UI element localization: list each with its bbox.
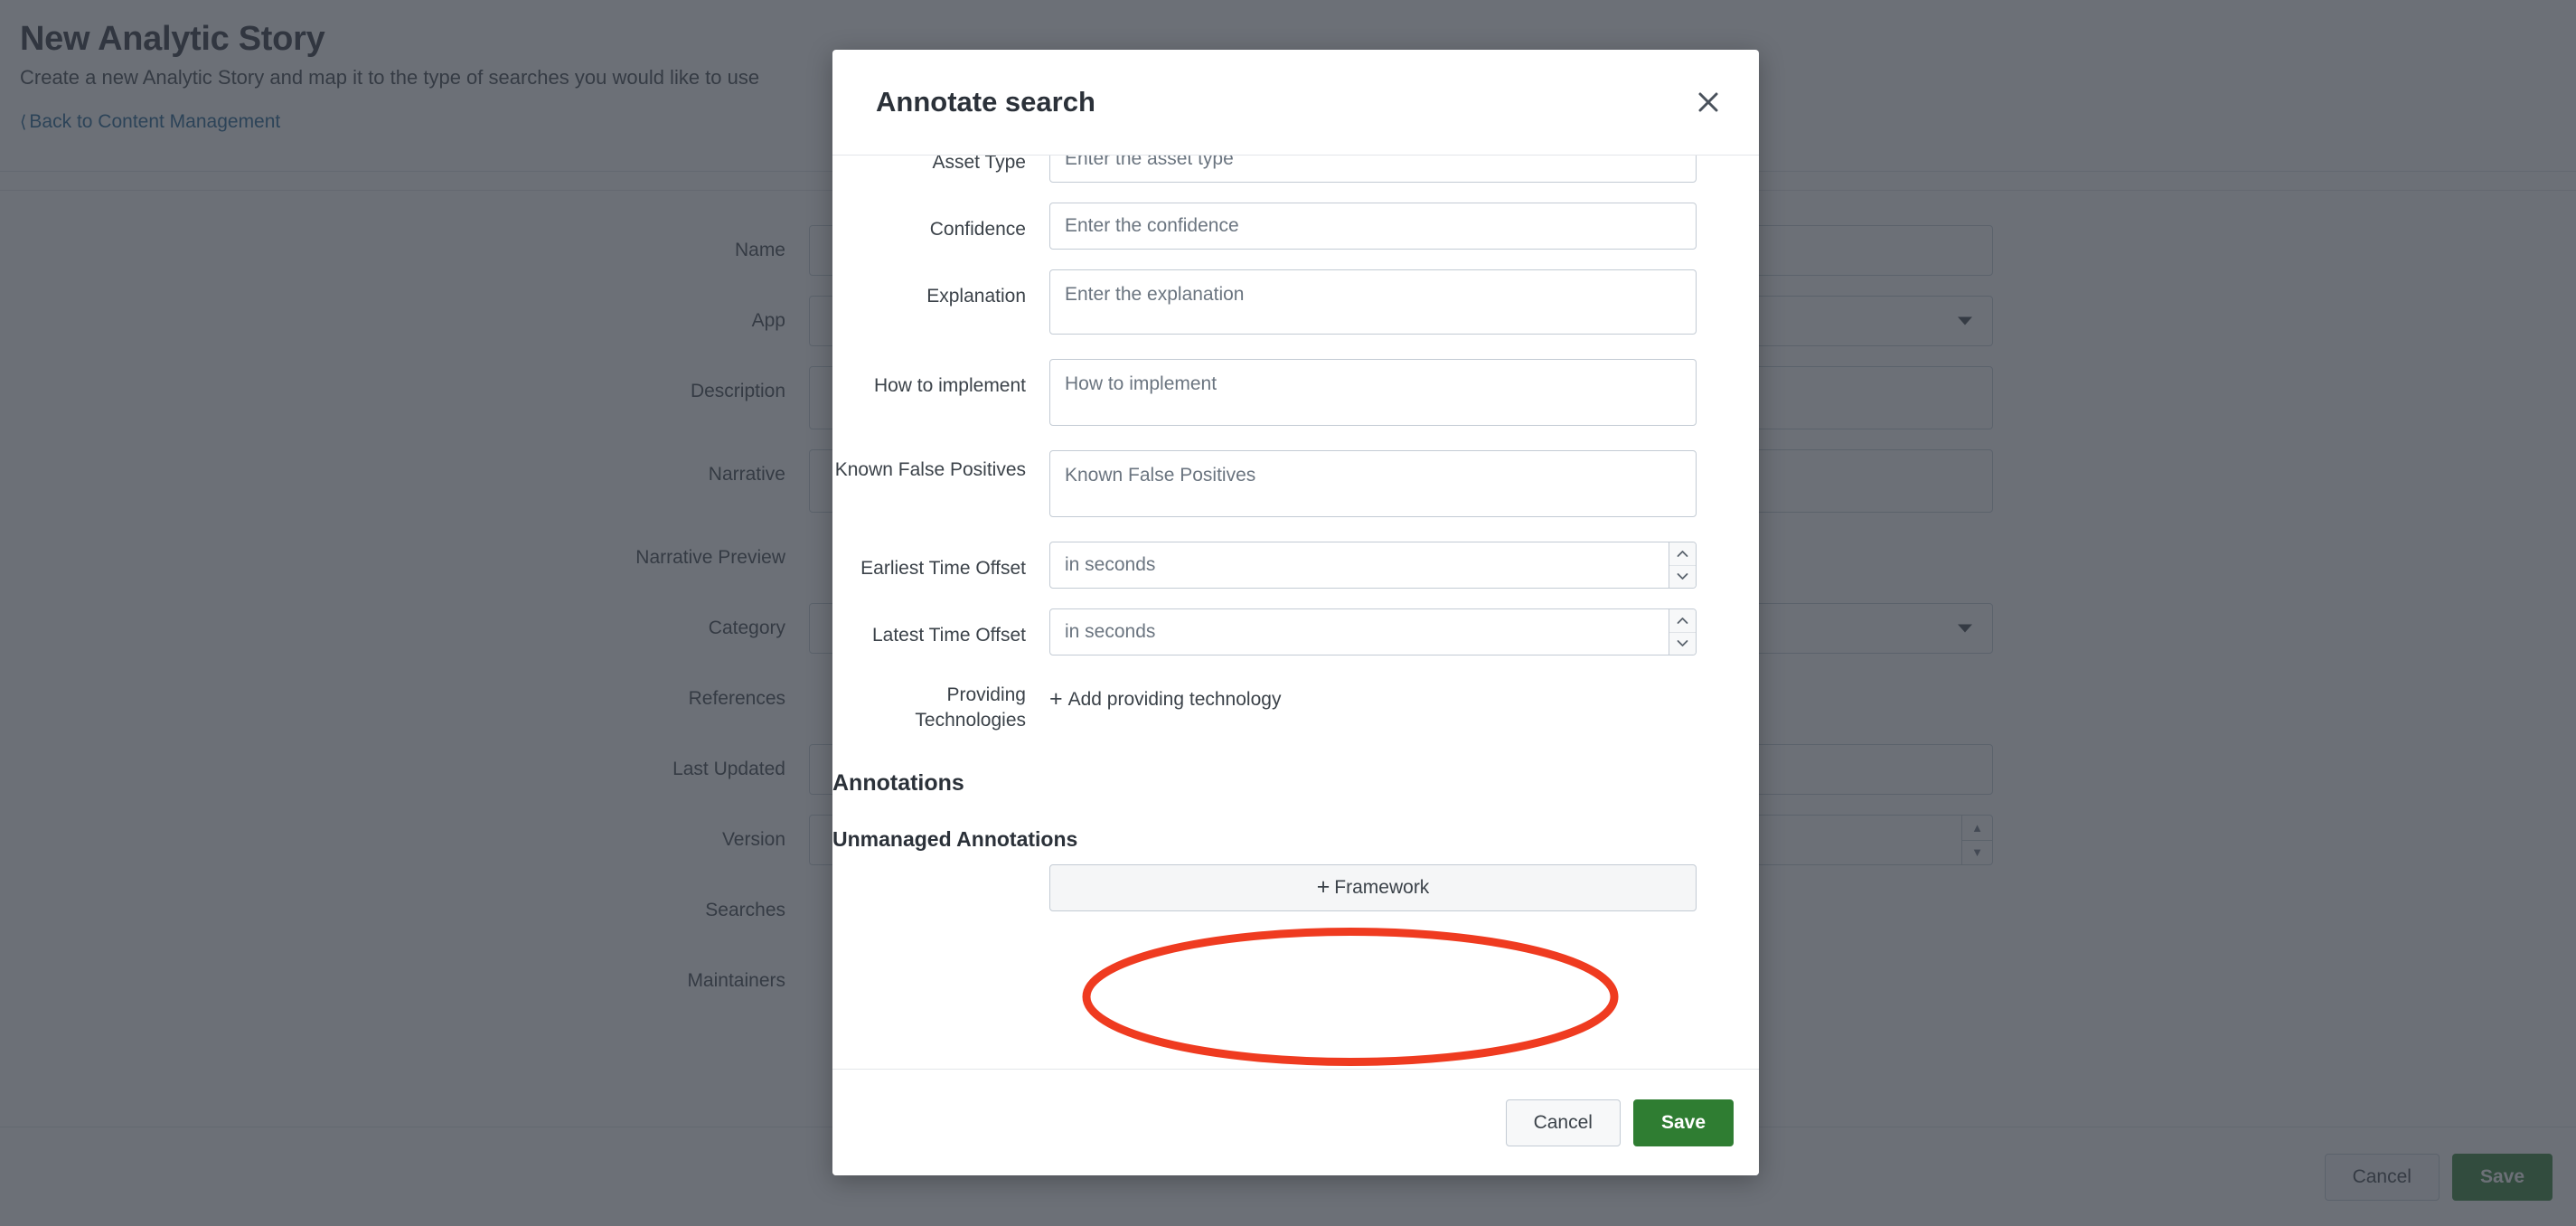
plus-icon: + bbox=[1317, 876, 1330, 899]
latest-time-offset-input[interactable] bbox=[1049, 608, 1697, 655]
known-false-positives-textarea[interactable] bbox=[1049, 450, 1697, 517]
field-asset-type: Asset Type bbox=[832, 156, 1730, 183]
framework-button-label: Framework bbox=[1334, 877, 1429, 899]
annotate-search-modal: Annotate search Asset Type Confidence bbox=[832, 50, 1759, 1175]
modal-footer: Cancel Save bbox=[832, 1069, 1759, 1175]
earliest-time-offset-input[interactable] bbox=[1049, 542, 1697, 589]
label-how-to-implement: How to implement bbox=[832, 359, 1049, 399]
field-providing-technologies: Providing Technologies +Add providing te… bbox=[832, 675, 1730, 734]
modal-title: Annotate search bbox=[876, 86, 1095, 118]
explanation-textarea[interactable] bbox=[1049, 269, 1697, 335]
framework-button[interactable]: +Framework bbox=[1049, 864, 1697, 911]
label-earliest-time-offset: Earliest Time Offset bbox=[832, 542, 1049, 581]
modal-cancel-button[interactable]: Cancel bbox=[1506, 1099, 1621, 1146]
stepper-up-icon[interactable] bbox=[1669, 542, 1696, 566]
add-providing-technology-link[interactable]: +Add providing technology bbox=[1049, 675, 1281, 711]
earliest-time-offset-stepper[interactable] bbox=[1669, 542, 1696, 588]
field-earliest-time-offset: Earliest Time Offset bbox=[832, 542, 1730, 589]
label-known-false-positives: Known False Positives bbox=[832, 450, 1049, 483]
label-explanation: Explanation bbox=[832, 269, 1049, 309]
field-confidence: Confidence bbox=[832, 203, 1730, 250]
close-icon[interactable] bbox=[1687, 80, 1730, 124]
add-providing-technology-label: Add providing technology bbox=[1068, 689, 1282, 711]
modal-body[interactable]: Asset Type Confidence Explanation bbox=[832, 156, 1759, 1069]
stepper-up-icon[interactable] bbox=[1669, 609, 1696, 633]
stepper-down-icon[interactable] bbox=[1669, 566, 1696, 589]
field-how-to-implement: How to implement bbox=[832, 359, 1730, 430]
label-confidence: Confidence bbox=[832, 203, 1049, 242]
confidence-input[interactable] bbox=[1049, 203, 1697, 250]
modal-save-button[interactable]: Save bbox=[1633, 1099, 1734, 1146]
field-latest-time-offset: Latest Time Offset bbox=[832, 608, 1730, 655]
label-latest-time-offset: Latest Time Offset bbox=[832, 608, 1049, 648]
modal-header: Annotate search bbox=[832, 50, 1759, 156]
plus-icon: + bbox=[1049, 688, 1063, 711]
stepper-down-icon[interactable] bbox=[1669, 633, 1696, 655]
label-asset-type: Asset Type bbox=[832, 156, 1049, 175]
label-providing-technologies: Providing Technologies bbox=[832, 675, 1049, 734]
annotations-heading: Annotations bbox=[832, 770, 1730, 797]
asset-type-input[interactable] bbox=[1049, 156, 1697, 183]
field-explanation: Explanation bbox=[832, 269, 1730, 339]
unmanaged-annotations-heading: Unmanaged Annotations bbox=[832, 827, 1730, 852]
field-known-false-positives: Known False Positives bbox=[832, 450, 1730, 522]
how-to-implement-textarea[interactable] bbox=[1049, 359, 1697, 426]
latest-time-offset-stepper[interactable] bbox=[1669, 609, 1696, 655]
